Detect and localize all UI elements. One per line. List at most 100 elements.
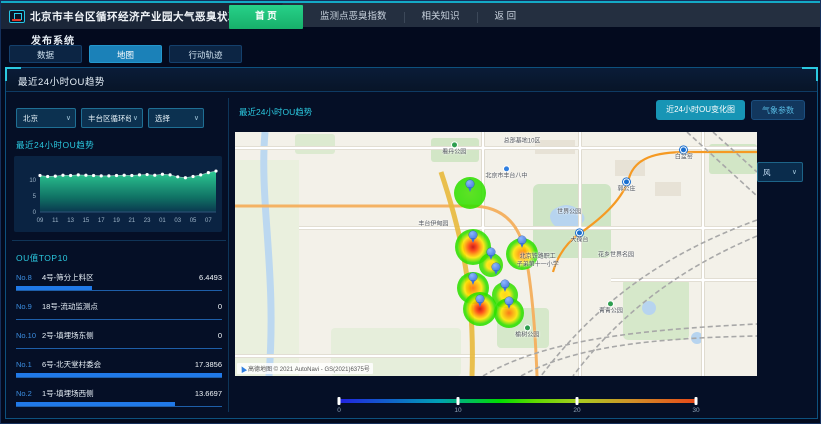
- topbar: 北京市丰台区循环经济产业园大气恶臭状况实时 首 页 监测点恶臭指数 相关知识 返…: [1, 1, 820, 27]
- site-name: 1号-填埋场西侧: [42, 388, 195, 399]
- park-icon: [524, 324, 531, 331]
- rank-label: No.2: [16, 389, 42, 398]
- map-buttons: 近24小时OU变化图 气象参数: [656, 100, 805, 120]
- value-bar-track: [16, 374, 222, 378]
- heat-legend-gradient: [339, 399, 696, 403]
- ou-value: 6.4493: [199, 273, 222, 282]
- chevron-down-icon: ∨: [133, 114, 138, 122]
- nav-home[interactable]: 首 页: [229, 5, 303, 29]
- rank-label: No.8: [16, 273, 42, 282]
- map-pin[interactable]: [476, 295, 484, 303]
- legend-tick: [456, 397, 459, 405]
- ou-value: 17.3856: [195, 360, 222, 369]
- main-panel: 最近24小时OU趋势 北京 ∨ 丰台区循环经济产 ∨ 选择 ∨ 最近24小时OU…: [5, 67, 818, 419]
- map-pin[interactable]: [505, 297, 513, 305]
- map-label: 北京市丰台八中: [485, 166, 527, 181]
- svg-text:23: 23: [144, 218, 151, 224]
- map-pin[interactable]: [492, 263, 500, 271]
- site-name: 4号-筛分上料区: [42, 272, 199, 283]
- chevron-down-icon: ∨: [194, 114, 199, 122]
- rank-label: No.9: [16, 302, 42, 311]
- ou-value: 0: [218, 331, 222, 340]
- site-name: 6号-北天堂村委会: [42, 359, 195, 370]
- wind-select[interactable]: 风 ∨: [757, 162, 803, 182]
- value-bar: [16, 286, 92, 290]
- svg-text:03: 03: [174, 218, 181, 224]
- park-icon: [451, 141, 458, 148]
- svg-text:19: 19: [113, 218, 120, 224]
- trend-chart-title: 最近24小时OU趋势: [16, 139, 226, 151]
- top10-row: No.1 6号-北天堂村委会 17.3856: [16, 359, 222, 378]
- site-select[interactable]: 选择 ∨: [148, 108, 204, 128]
- svg-text:10: 10: [29, 178, 36, 184]
- tab-map[interactable]: 地图: [89, 45, 162, 63]
- svg-text:05: 05: [190, 218, 197, 224]
- ou-value: 13.6697: [195, 389, 222, 398]
- amap-logo-icon: [239, 364, 247, 372]
- map-label: 丰台伊甸园: [418, 221, 448, 228]
- map-label: 世界公园: [557, 209, 581, 216]
- map-label: 青青公园: [599, 300, 623, 315]
- tab-data[interactable]: 数据: [9, 45, 82, 63]
- station-icon: [680, 146, 687, 153]
- map-label: 郭公庄: [617, 178, 635, 193]
- legend-label: 0: [337, 407, 341, 414]
- svg-text:17: 17: [98, 218, 105, 224]
- ou-change-chart-button[interactable]: 近24小时OU变化图: [656, 100, 745, 120]
- legend-tick: [576, 397, 579, 405]
- station-icon: [623, 178, 630, 185]
- svg-text:5: 5: [33, 194, 37, 200]
- city-select[interactable]: 北京 ∨: [16, 108, 76, 128]
- heat-legend: 0 10 20 30: [339, 396, 696, 414]
- trend-chart-svg: 0510091113151719212301030507: [14, 156, 222, 232]
- value-bar: [16, 402, 175, 406]
- map-canvas[interactable]: 总部基地10区看丹公园北京市丰台八中郭公庄白盆窑世界公园丰台伊甸园大葆台北京铁路…: [235, 132, 757, 376]
- value-bar-track: [16, 403, 222, 407]
- map-pin[interactable]: [469, 231, 477, 239]
- map-section-title: 最近24小时OU趋势: [239, 106, 312, 118]
- weather-params-button[interactable]: 气象参数: [751, 100, 805, 120]
- trend-chart: 0510091113151719212301030507: [14, 156, 222, 232]
- map-label: 北京铁路职工 子弟第十一小学: [517, 254, 559, 268]
- legend-label: 30: [692, 407, 699, 414]
- map-pin[interactable]: [469, 273, 477, 281]
- chevron-down-icon: ∨: [66, 114, 71, 122]
- main-nav: 首 页 监测点恶臭指数 相关知识 返 回: [229, 5, 533, 29]
- nav-odor-index[interactable]: 监测点恶臭指数: [303, 5, 404, 29]
- map-pin[interactable]: [501, 280, 509, 288]
- panel-header: 最近24小时OU趋势: [6, 68, 817, 92]
- nav-knowledge[interactable]: 相关知识: [405, 5, 477, 29]
- app-logo-icon: [9, 10, 25, 23]
- map-label: 榆树公园: [515, 324, 539, 339]
- filter-selects: 北京 ∨ 丰台区循环经济产 ∨ 选择 ∨: [16, 108, 226, 128]
- map-label: 白盆窑: [675, 146, 693, 161]
- svg-text:21: 21: [128, 218, 135, 224]
- map-pin[interactable]: [466, 180, 474, 188]
- map-label: 看丹公园: [442, 141, 466, 156]
- screen: 北京市丰台区循环经济产业园大气恶臭状况实时 首 页 监测点恶臭指数 相关知识 返…: [0, 0, 821, 424]
- value-bar-track: [16, 316, 222, 320]
- map-pin[interactable]: [518, 236, 526, 244]
- svg-text:13: 13: [67, 218, 74, 224]
- legend-label: 10: [454, 407, 461, 414]
- map-label: 花乡世界名园: [598, 253, 634, 260]
- svg-text:09: 09: [37, 218, 44, 224]
- svg-text:01: 01: [159, 218, 166, 224]
- svg-text:07: 07: [205, 218, 212, 224]
- value-bar-track: [16, 345, 222, 349]
- chevron-down-icon: ∨: [792, 168, 797, 176]
- site-name: 18号-流动监测点: [42, 301, 218, 312]
- tab-trajectory[interactable]: 行动轨迹: [169, 45, 242, 63]
- map-pin[interactable]: [487, 248, 495, 256]
- park-select[interactable]: 丰台区循环经济产 ∨: [81, 108, 143, 128]
- svg-text:0: 0: [33, 210, 37, 216]
- rank-label: No.10: [16, 331, 42, 340]
- legend-tick: [338, 397, 341, 405]
- app-title: 北京市丰台区循环经济产业园大气恶臭状况实时: [30, 9, 261, 24]
- right-column: 最近24小时OU趋势 近24小时OU变化图 气象参数: [228, 98, 811, 412]
- top10-row: No.10 2号-填埋场东侧 0: [16, 330, 222, 349]
- nav-back[interactable]: 返 回: [478, 5, 534, 29]
- section-divider: [12, 240, 226, 241]
- map-attribution: 高德地图 © 2021 AutoNavi - GS(2021)6375号: [237, 363, 373, 374]
- map-label: 总部基地10区: [504, 138, 541, 145]
